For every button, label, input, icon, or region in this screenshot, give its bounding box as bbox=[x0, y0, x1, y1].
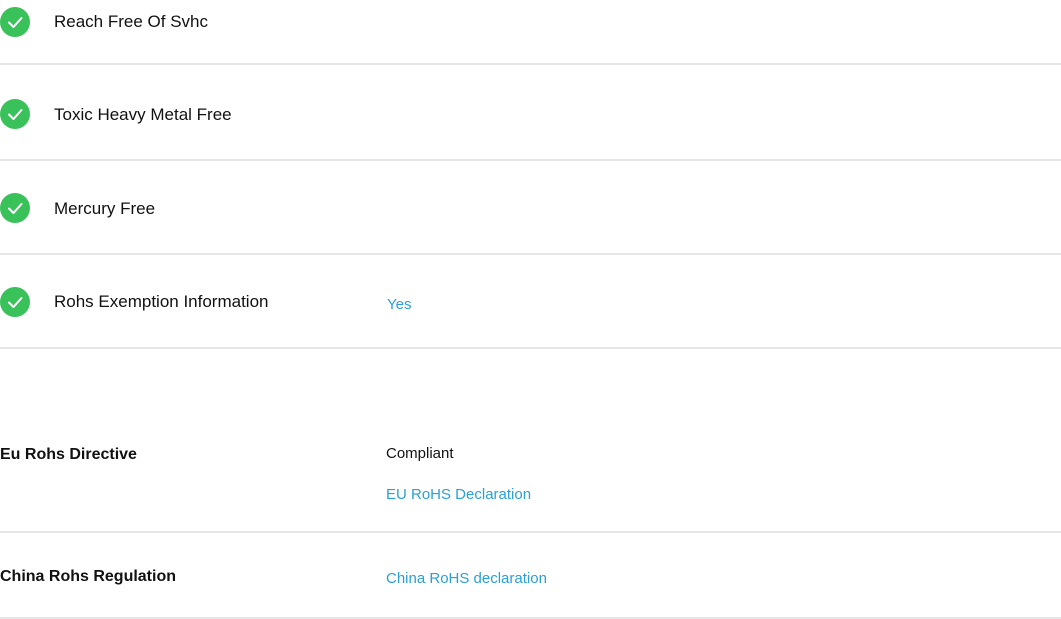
regulation-label: China Rohs Regulation bbox=[0, 568, 176, 585]
regulation-row-china-rohs: China Rohs Regulation China RoHS declara… bbox=[0, 533, 1061, 619]
checklist-label: Rohs Exemption Information bbox=[54, 292, 269, 311]
checklist-label: Reach Free Of Svhc bbox=[54, 12, 209, 31]
regulation-label: Eu Rohs Directive bbox=[0, 446, 137, 463]
check-circle-icon bbox=[0, 287, 30, 317]
china-rohs-declaration-link[interactable]: China RoHS declaration bbox=[386, 569, 547, 589]
regulation-status: Compliant bbox=[386, 445, 454, 462]
compliance-panel: Reach Free Of Svhc Toxic Heavy Metal Fre… bbox=[0, 0, 1061, 619]
eu-rohs-declaration-link[interactable]: EU RoHS Declaration bbox=[386, 485, 531, 505]
regulation-row-eu-rohs: Eu Rohs Directive Compliant EU RoHS Decl… bbox=[0, 420, 1061, 533]
check-circle-icon bbox=[0, 7, 30, 37]
checklist-row-toxic-heavy-metal: Toxic Heavy Metal Free bbox=[0, 67, 1061, 161]
check-circle-icon bbox=[0, 99, 30, 129]
checklist-label: Toxic Heavy Metal Free bbox=[54, 105, 232, 124]
check-circle-icon bbox=[0, 193, 30, 223]
rohs-exemption-yes-link[interactable]: Yes bbox=[387, 295, 411, 315]
checklist-row-reach: Reach Free Of Svhc bbox=[0, 0, 1061, 65]
checklist-row-rohs-exemption: Rohs Exemption Information Yes bbox=[0, 255, 1061, 349]
checklist-label: Mercury Free bbox=[54, 199, 156, 218]
checklist-row-mercury: Mercury Free bbox=[0, 161, 1061, 255]
